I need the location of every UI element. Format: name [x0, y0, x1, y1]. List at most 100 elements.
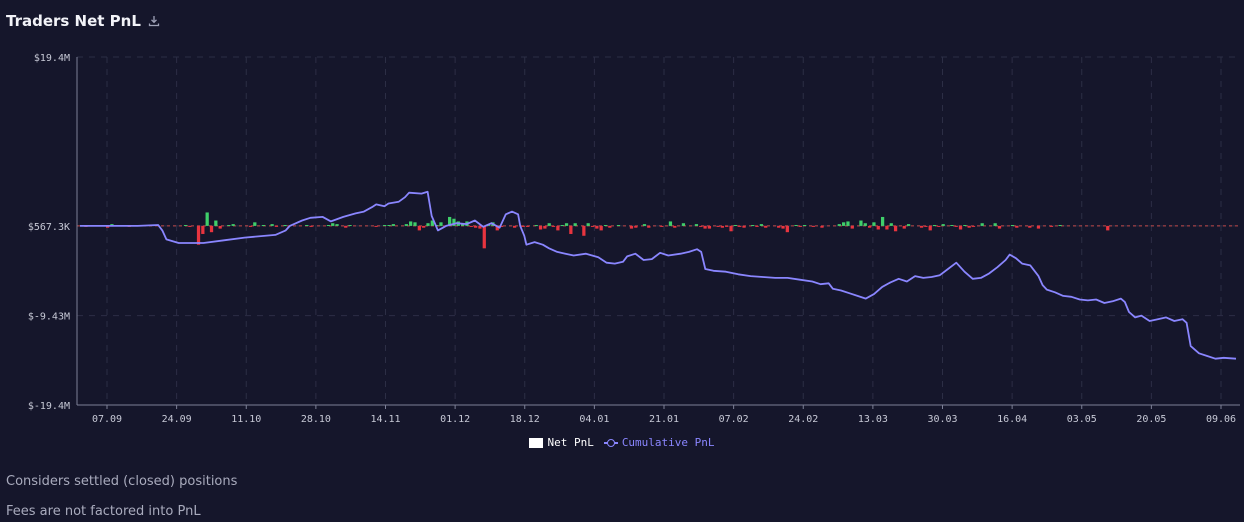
- net-pnl-bar: [642, 224, 647, 226]
- legend-label-cumulative-pnl: Cumulative PnL: [621, 436, 715, 449]
- net-pnl-bar: [751, 225, 755, 227]
- net-pnl-bar: [348, 225, 352, 227]
- legend-item-cumulative-pnl[interactable]: Cumulative PnL: [603, 436, 715, 449]
- net-pnl-bar: [707, 225, 712, 229]
- net-pnl-bar: [971, 225, 976, 227]
- net-pnl-bar: [941, 224, 945, 226]
- net-pnl-bar: [937, 225, 941, 227]
- net-pnl-bar: [889, 223, 893, 226]
- net-pnl-bar: [261, 225, 266, 227]
- net-pnl-bar: [331, 223, 335, 226]
- legend-square-icon: [529, 437, 544, 448]
- net-pnl-bar: [521, 225, 525, 227]
- net-pnl-bar: [738, 225, 742, 227]
- net-pnl-bar: [777, 225, 781, 228]
- net-pnl-bar: [681, 223, 686, 226]
- x-tick-label: 28.10: [301, 414, 331, 425]
- net-pnl-bar: [469, 225, 473, 227]
- net-pnl-bar: [482, 225, 486, 249]
- net-pnl-bar: [525, 225, 530, 227]
- net-pnl-bar: [660, 225, 664, 227]
- net-pnl-bar: [183, 225, 188, 227]
- x-tick-label: 18.12: [510, 414, 540, 425]
- net-pnl-bar: [344, 225, 348, 228]
- net-pnl-bar: [603, 225, 608, 227]
- cumulative-pnl-line: [80, 190, 1237, 360]
- net-pnl-bar: [534, 225, 538, 227]
- net-pnl-bar: [391, 224, 395, 226]
- net-pnl-bar: [227, 225, 231, 227]
- net-pnl-bar: [820, 225, 824, 228]
- net-pnl-bar: [248, 225, 253, 227]
- net-pnl-bar: [876, 225, 880, 230]
- net-pnl-bar: [902, 225, 906, 229]
- pnl-chart: $19.4M $567.3K $-9.43M $-19.4M 07.09 24.09 11.…: [28, 53, 1240, 425]
- net-pnl-bar: [794, 225, 798, 227]
- y-tick-label: $-9.43M: [28, 312, 70, 323]
- x-tick-label: 04.01: [579, 414, 609, 425]
- net-pnl-bar: [629, 225, 634, 229]
- net-pnl-bar: [560, 225, 564, 227]
- x-tick-label: 07.02: [719, 414, 749, 425]
- net-pnl-bar: [547, 223, 551, 226]
- net-pnl-bar: [997, 225, 1002, 229]
- chart-legend: Net PnL Cumulative PnL: [0, 436, 1244, 449]
- net-pnl-bar: [209, 225, 214, 233]
- net-pnl-bar: [595, 225, 599, 229]
- net-pnl-bar: [214, 220, 218, 226]
- x-tick-label: 30.03: [927, 414, 957, 425]
- net-pnl-bar: [387, 225, 391, 227]
- net-pnl-bar: [729, 225, 733, 232]
- net-pnl-bar: [673, 225, 677, 228]
- net-pnl-bar: [867, 225, 872, 228]
- x-tick-label: 16.04: [997, 414, 1027, 425]
- net-pnl-bar: [859, 220, 863, 226]
- net-pnl-bar: [439, 222, 443, 226]
- x-tick-label: 01.12: [440, 414, 470, 425]
- net-pnl-bar: [950, 225, 954, 227]
- net-pnl-bar: [694, 224, 699, 226]
- net-pnl-bar: [205, 212, 209, 226]
- net-pnl-bar: [426, 223, 430, 226]
- net-pnl-bar: [383, 225, 387, 227]
- net-pnl-bar: [586, 223, 590, 226]
- x-tick-label: 03.05: [1067, 414, 1097, 425]
- x-tick-label: 07.09: [92, 414, 122, 425]
- note-fees: Fees are not factored into PnL: [6, 504, 201, 519]
- net-pnl-bar: [538, 225, 543, 230]
- legend-label-net-pnl: Net PnL: [547, 436, 594, 449]
- net-pnl-bar: [924, 225, 928, 227]
- download-icon[interactable]: [147, 14, 161, 28]
- net-pnl-bar: [993, 223, 997, 226]
- net-pnl-bar: [846, 221, 850, 226]
- x-tick-label: 13.03: [858, 414, 888, 425]
- net-pnl-bar: [842, 222, 846, 226]
- net-pnl-bar: [1010, 225, 1015, 227]
- net-pnl-bar: [906, 224, 911, 226]
- net-pnl-bar: [781, 225, 785, 229]
- net-pnl-bar: [803, 225, 807, 227]
- net-pnl-bar: [404, 224, 408, 226]
- net-pnl-bar: [764, 225, 768, 228]
- net-pnl-bar: [634, 225, 638, 228]
- y-tick-label: $567.3K: [28, 222, 70, 233]
- net-pnl-bar: [1106, 225, 1110, 231]
- x-tick-label: 09.06: [1206, 414, 1236, 425]
- net-pnl-bar: [582, 225, 586, 236]
- net-pnl-bar: [188, 225, 192, 227]
- net-pnl-bar: [305, 225, 309, 227]
- net-pnl-bar: [811, 225, 815, 227]
- net-pnl-bar: [599, 225, 603, 231]
- x-tick-label: 21.01: [649, 414, 679, 425]
- x-tick-label: 24.09: [162, 414, 192, 425]
- net-pnl-bar: [253, 222, 257, 226]
- net-pnl-bar: [473, 225, 478, 228]
- net-pnl-bar: [1015, 225, 1019, 228]
- net-pnl-bar: [1058, 225, 1062, 227]
- net-pnl-bar: [413, 222, 417, 226]
- legend-line-circle-icon: [603, 438, 618, 448]
- legend-item-net-pnl[interactable]: Net PnL: [529, 436, 594, 449]
- y-tick-label: $19.4M: [34, 53, 70, 64]
- net-pnl-bar: [274, 225, 279, 227]
- net-pnl-bar: [201, 225, 205, 234]
